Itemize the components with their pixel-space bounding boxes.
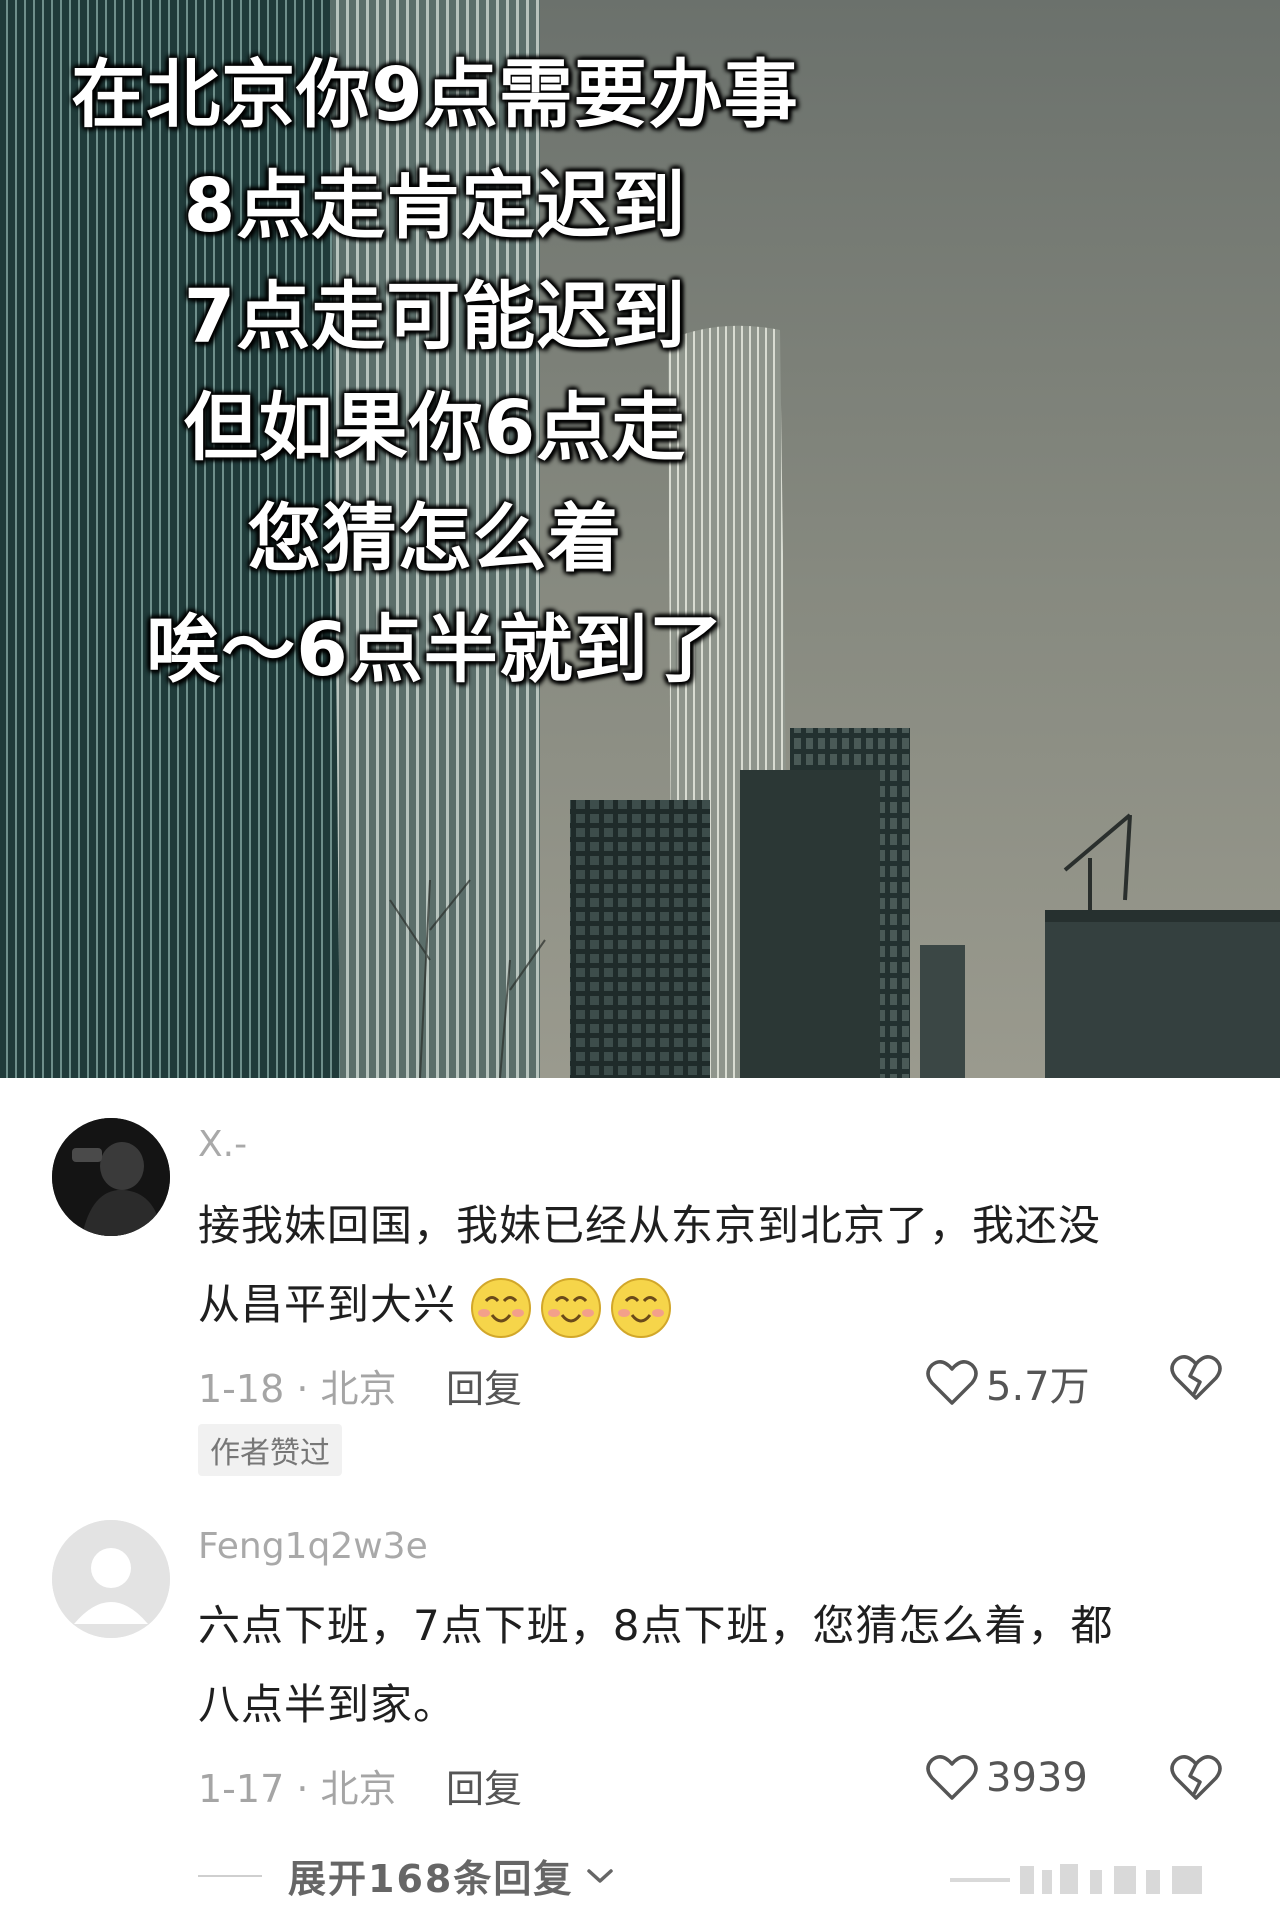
caption-line: 在北京你9点需要办事 [71,52,799,138]
comment-date-location: 1-18 · 北京 [198,1367,397,1411]
caption-line: 您猜怎么着 [247,496,623,582]
comment-text-line: 从昌平到大兴 [198,1265,1238,1344]
comment-username[interactable]: Feng1q2w3e [198,1526,428,1567]
comment-text-line: 六点下班，7点下班，8点下班，您猜怎么着，都 [198,1601,1114,1650]
avatar[interactable] [52,1520,170,1638]
caption-line: 7点走可能迟到 [183,274,687,360]
broken-heart-icon [1170,1355,1222,1400]
comment-text: 六点下班，7点下班，8点下班，您猜怎么着，都 八点半到家。 [198,1586,1238,1744]
heart-icon [926,1360,978,1405]
smile-emoji-icon [471,1277,532,1338]
like-button[interactable]: 5.7万 [926,1354,1090,1412]
chevron-down-icon [587,1868,614,1883]
expand-replies-button[interactable]: 展开168条回复 [198,1848,617,1903]
smile-emoji-icon [611,1277,672,1338]
expand-replies-label: 展开168条回复 [288,1857,574,1901]
avatar[interactable] [52,1118,170,1236]
broken-heart-icon [1170,1755,1222,1800]
post-image[interactable]: 在北京你9点需要办事 8点走肯定迟到 7点走可能迟到 但如果你6点走 您猜怎么着… [0,0,1280,1078]
divider [198,1874,262,1877]
comment-text-line: 八点半到家。 [198,1680,457,1729]
like-button[interactable]: 3939 [926,1754,1088,1802]
dislike-button[interactable] [1170,1354,1222,1406]
like-count: 3939 [986,1755,1088,1801]
default-user-icon [52,1520,170,1638]
caption-line: 但如果你6点走 [183,385,687,471]
caption-line: 8点走肯定迟到 [183,163,687,249]
comment-text-line: 接我妹回国，我妹已经从东京到北京了，我还没 [198,1201,1102,1250]
comment-text: 接我妹回国，我妹已经从东京到北京了，我还没 从昌平到大兴 [198,1186,1238,1344]
heart-icon [926,1755,978,1800]
dislike-button[interactable] [1170,1754,1222,1806]
author-liked-badge: 作者赞过 [198,1424,342,1476]
comment-text-segment: 从昌平到大兴 [198,1280,457,1329]
reply-button[interactable]: 回复 [446,1758,522,1813]
avatar-photo-icon [52,1118,170,1236]
smile-emoji-icon [541,1277,602,1338]
watermark-icon [950,1864,1202,1894]
reply-button[interactable]: 回复 [446,1358,522,1413]
comment-username[interactable]: X.- [198,1124,247,1165]
post-caption: 在北京你9点需要办事 8点走肯定迟到 7点走可能迟到 但如果你6点走 您猜怎么着… [0,40,870,706]
caption-line: 唉～6点半就到了 [146,607,724,693]
like-count: 5.7万 [986,1364,1090,1410]
comment-date-location: 1-17 · 北京 [198,1767,397,1811]
